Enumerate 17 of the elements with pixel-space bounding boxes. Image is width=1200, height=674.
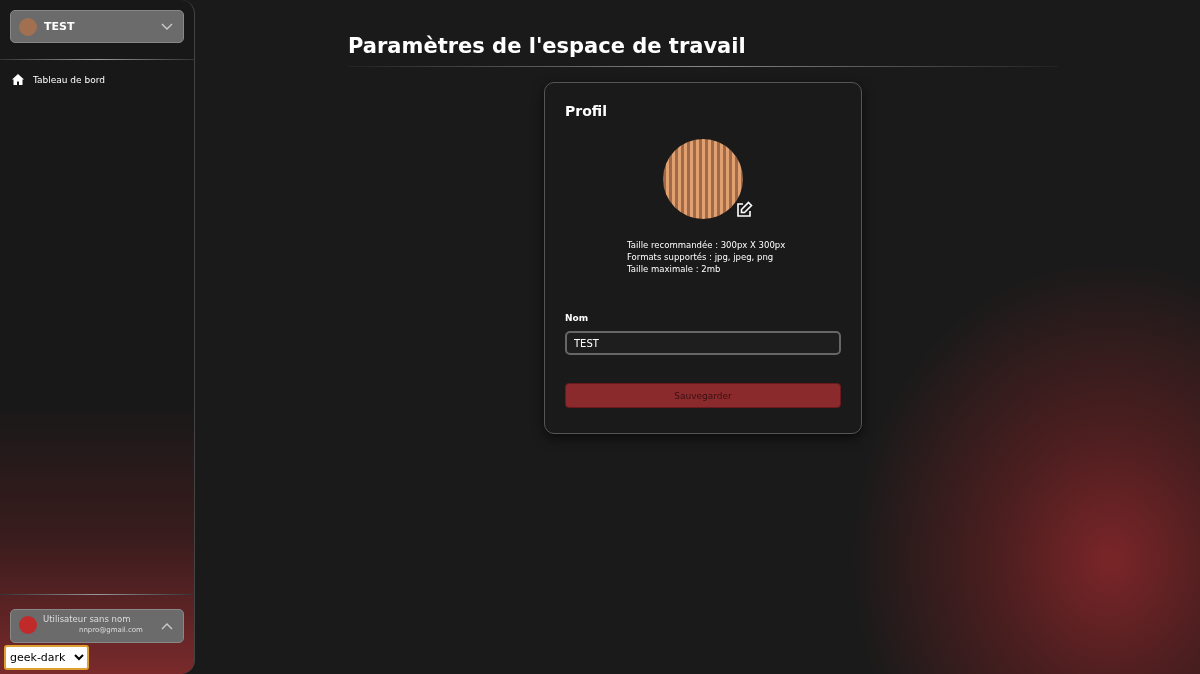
upload-hint: Taille recommandée : 300px X 300px — [627, 239, 787, 251]
user-name: Utilisateur sans nom — [43, 614, 132, 624]
home-icon — [12, 74, 24, 85]
sidebar-item[interactable]: Tableau de bord — [10, 74, 184, 85]
card-heading: Profil — [565, 103, 608, 119]
workspace-avatar — [19, 17, 37, 36]
theme-select[interactable]: geek-dark — [4, 645, 89, 670]
upload-hint: Formats supportés : jpg, jpeg, png — [627, 251, 775, 263]
chevron-down-icon — [161, 22, 173, 31]
user-avatar — [19, 616, 37, 634]
name-field[interactable]: TEST — [565, 331, 841, 355]
upload-hint: Taille maximale : 2mb — [627, 263, 722, 275]
edit-icon[interactable] — [735, 201, 753, 219]
chevron-up-icon — [161, 622, 173, 630]
field-label: Nom — [565, 313, 590, 323]
page-title: Paramètres de l'espace de travail — [348, 34, 746, 58]
workspace-switcher[interactable]: TEST — [10, 10, 184, 43]
